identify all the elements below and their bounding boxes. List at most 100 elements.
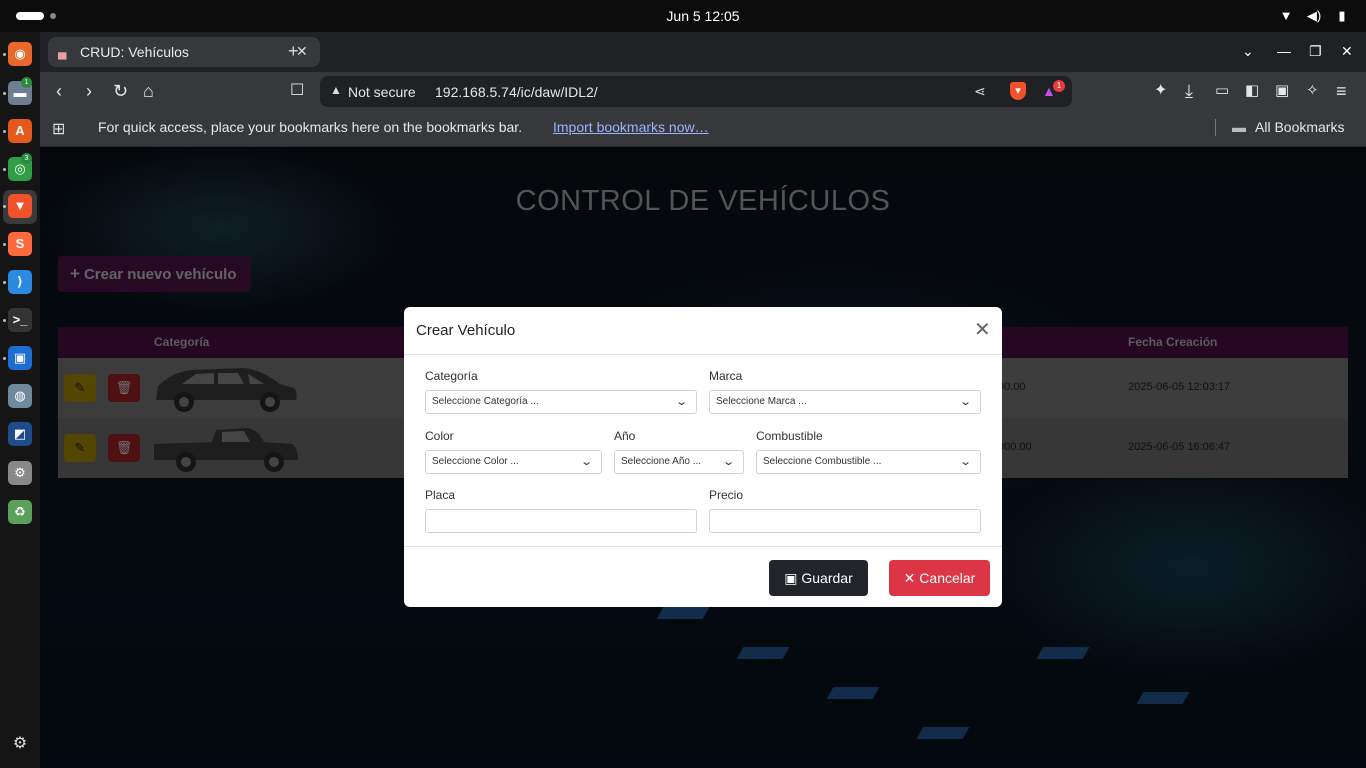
dock-brave-icon[interactable]: ▼ [8,194,32,218]
modal-title: Crear Vehículo [416,322,516,339]
folder-icon: ▬ [1232,119,1246,135]
dock-disk-icon[interactable]: ◍ [8,384,32,408]
dock-running-indicator [3,319,6,322]
dock-packet-tracer-icon[interactable]: ◩ [8,422,32,446]
all-bookmarks-button[interactable]: All Bookmarks [1255,119,1344,135]
tab-title: CRUD: Vehículos [80,44,189,60]
save-button[interactable]: ▣ Guardar [769,560,868,596]
tab-strip: ▄ CRUD: Vehículos ✕ + ⌄ — ❐ ✕ [40,32,1366,72]
new-tab-icon[interactable]: + [288,41,299,62]
dock-running-indicator [3,243,6,246]
dock-vscode-icon[interactable]: ⟩ [8,270,32,294]
combustible-value: Seleccione Combustible ... [763,456,882,467]
color-label: Color [425,429,454,443]
leo-ai-icon[interactable]: ✧ [1306,81,1319,101]
brave-shields-icon[interactable]: ▾ [1010,82,1026,100]
categoria-select[interactable]: Seleccione Categoría ... ⌄ [425,390,697,414]
home-icon[interactable]: ⌂ [143,81,154,101]
volume-icon[interactable]: ◀) [1306,8,1322,24]
placa-label: Placa [425,488,456,502]
warning-icon[interactable]: ▲ [330,83,342,97]
minimize-icon[interactable]: — [1277,43,1291,59]
close-icon: ✕ [903,570,916,586]
combustible-select[interactable]: Seleccione Combustible ... ⌄ [756,450,981,474]
rewards-badge: 1 [1053,80,1065,92]
reload-icon[interactable]: ↻ [113,81,128,101]
bookmarks-bar: ⊞ For quick access, place your bookmarks… [40,112,1366,147]
battery-icon[interactable]: ▮ [1334,8,1350,24]
system-clock[interactable]: Jun 5 12:05 [0,8,1366,24]
extensions-icon[interactable]: ✦ [1154,81,1167,101]
cancel-label: Cancelar [919,570,976,586]
marca-label: Marca [709,369,743,383]
apps-grid-icon[interactable]: ⊞ [52,119,65,139]
tab-crud-vehiculos[interactable]: ▄ CRUD: Vehículos ✕ [48,37,320,67]
dock-settings-icon[interactable]: ⚙ [8,461,32,485]
cancel-button[interactable]: ✕ Cancelar [889,560,990,596]
chevron-down-icon: ⌄ [579,456,593,468]
close-icon[interactable]: ✕ [974,320,991,340]
dock-trash-icon[interactable]: ♻ [8,500,32,524]
dock-running-indicator [3,205,6,208]
import-bookmarks-link[interactable]: Import bookmarks now… [553,119,709,135]
bookmarks-divider [1215,119,1216,136]
url-text[interactable]: 192.168.5.74/ic/daw/IDL2/ [435,84,598,100]
download-icon[interactable]: ⤓ [1185,81,1193,101]
dock: ◉ ▬ 1 A ◎ 3 ▼ S ⟩ >_ ▣ ◍ ◩ ⚙ ♻ ⚙ [0,32,40,768]
dock-sublime-icon[interactable]: S [8,232,32,256]
save-label: Guardar [801,570,853,586]
combustible-label: Combustible [756,429,823,443]
maximize-icon[interactable]: ❐ [1309,43,1322,60]
categoria-value: Seleccione Categoría ... [432,396,539,407]
chevron-down-icon: ⌄ [958,396,972,408]
categoria-label: Categoría [425,369,478,383]
tab-list-chevron-icon[interactable]: ⌄ [1242,43,1254,60]
dock-notification-badge: 1 [21,77,32,88]
dock-remmina-icon[interactable]: ▣ [8,346,32,370]
close-window-icon[interactable]: ✕ [1341,43,1353,60]
bookmark-icon[interactable]: ☐ [290,81,304,101]
modal-footer: ▣ Guardar ✕ Cancelar [404,546,1002,607]
precio-label: Precio [709,488,744,502]
precio-input[interactable] [709,509,981,533]
dock-running-indicator [3,130,6,133]
share-icon[interactable]: ⋖ [974,83,986,100]
address-bar[interactable]: ▲ Not secure 192.168.5.74/ic/daw/IDL2/ ⋖… [320,76,1072,107]
anio-select[interactable]: Seleccione Año ... ⌄ [614,450,744,474]
dock-running-indicator [3,168,6,171]
dock-notification-badge: 3 [21,153,32,164]
dock-running-indicator [3,281,6,284]
modal-header: Crear Vehículo ✕ [404,307,1002,355]
browser-toolbar: ‹ › ↻ ⌂ ☐ ▲ Not secure 192.168.5.74/ic/d… [40,72,1366,112]
marca-value: Seleccione Marca ... [716,396,807,407]
dock-running-indicator [3,357,6,360]
floppy-disk-icon: ▣ [784,570,798,586]
not-secure-label[interactable]: Not secure [348,84,416,100]
back-icon[interactable]: ‹ [56,81,62,101]
dock-running-indicator [3,92,6,95]
chevron-down-icon: ⌄ [958,456,972,468]
system-top-bar: Jun 5 12:05 ▼ ◀) ▮ [0,0,1366,32]
chevron-down-icon: ⌄ [721,456,735,468]
chevron-down-icon: ⌄ [674,396,688,408]
color-value: Seleccione Color ... [432,456,519,467]
wallet-icon[interactable]: ▣ [1275,81,1289,101]
anio-value: Seleccione Año ... [621,456,702,467]
anio-label: Año [614,429,636,443]
cast-icon[interactable]: ▭ [1215,81,1229,101]
car-favicon-icon: ▄ [58,45,67,59]
dock-terminal-icon[interactable]: >_ [8,308,32,332]
sidebar-icon[interactable]: ◧ [1245,81,1259,101]
create-vehicle-modal: Crear Vehículo ✕ Categoría Seleccione Ca… [404,307,1002,607]
menu-icon[interactable]: ≡ [1336,81,1347,101]
dock-firefox-icon[interactable]: ◉ [8,42,32,66]
show-apps-icon[interactable]: ⚙ [8,732,32,756]
forward-icon[interactable]: › [86,81,92,101]
dock-running-indicator [3,53,6,56]
dock-app-center-icon[interactable]: A [8,119,32,143]
placa-input[interactable] [425,509,697,533]
marca-select[interactable]: Seleccione Marca ... ⌄ [709,390,981,414]
wifi-icon[interactable]: ▼ [1278,8,1294,24]
color-select[interactable]: Seleccione Color ... ⌄ [425,450,602,474]
bookmarks-prompt: For quick access, place your bookmarks h… [98,119,523,135]
